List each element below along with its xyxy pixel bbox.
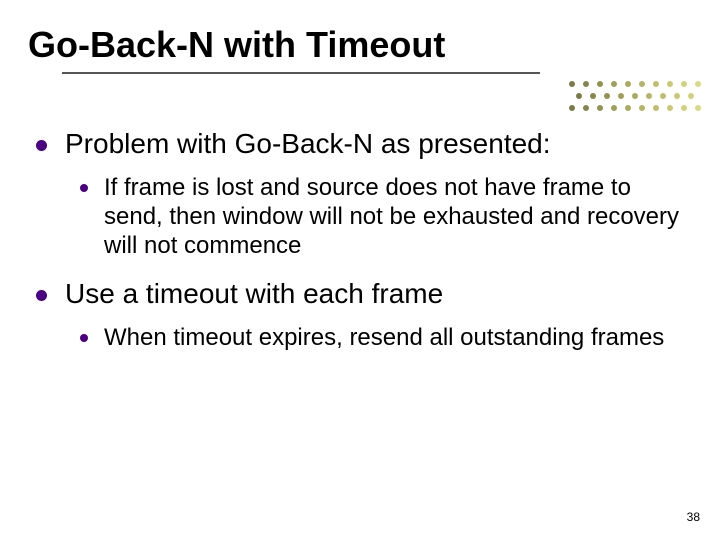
bullet-text: Use a timeout with each frame — [65, 278, 686, 310]
slide-title: Go-Back-N with Timeout — [28, 24, 445, 66]
bullet-level1: Use a timeout with each frame — [36, 278, 686, 310]
bullet-level2: When timeout expires, resend all outstan… — [80, 324, 686, 353]
decorative-dots-icon — [564, 76, 704, 124]
title-underline — [62, 72, 540, 74]
content-area: Problem with Go-Back-N as presented: If … — [36, 120, 686, 371]
bullet-level1: Problem with Go-Back-N as presented: — [36, 128, 686, 160]
bullet-icon — [80, 334, 88, 342]
bullet-text: When timeout expires, resend all outstan… — [104, 324, 686, 353]
bullet-icon — [36, 140, 47, 151]
bullet-text: If frame is lost and source does not hav… — [104, 174, 686, 260]
bullet-level2: If frame is lost and source does not hav… — [80, 174, 686, 260]
title-block: Go-Back-N with Timeout — [28, 24, 445, 66]
page-number: 38 — [687, 510, 700, 524]
bullet-icon — [80, 184, 88, 192]
slide: Go-Back-N with Timeout — [0, 0, 720, 540]
bullet-icon — [36, 290, 47, 301]
bullet-text: Problem with Go-Back-N as presented: — [65, 128, 686, 160]
